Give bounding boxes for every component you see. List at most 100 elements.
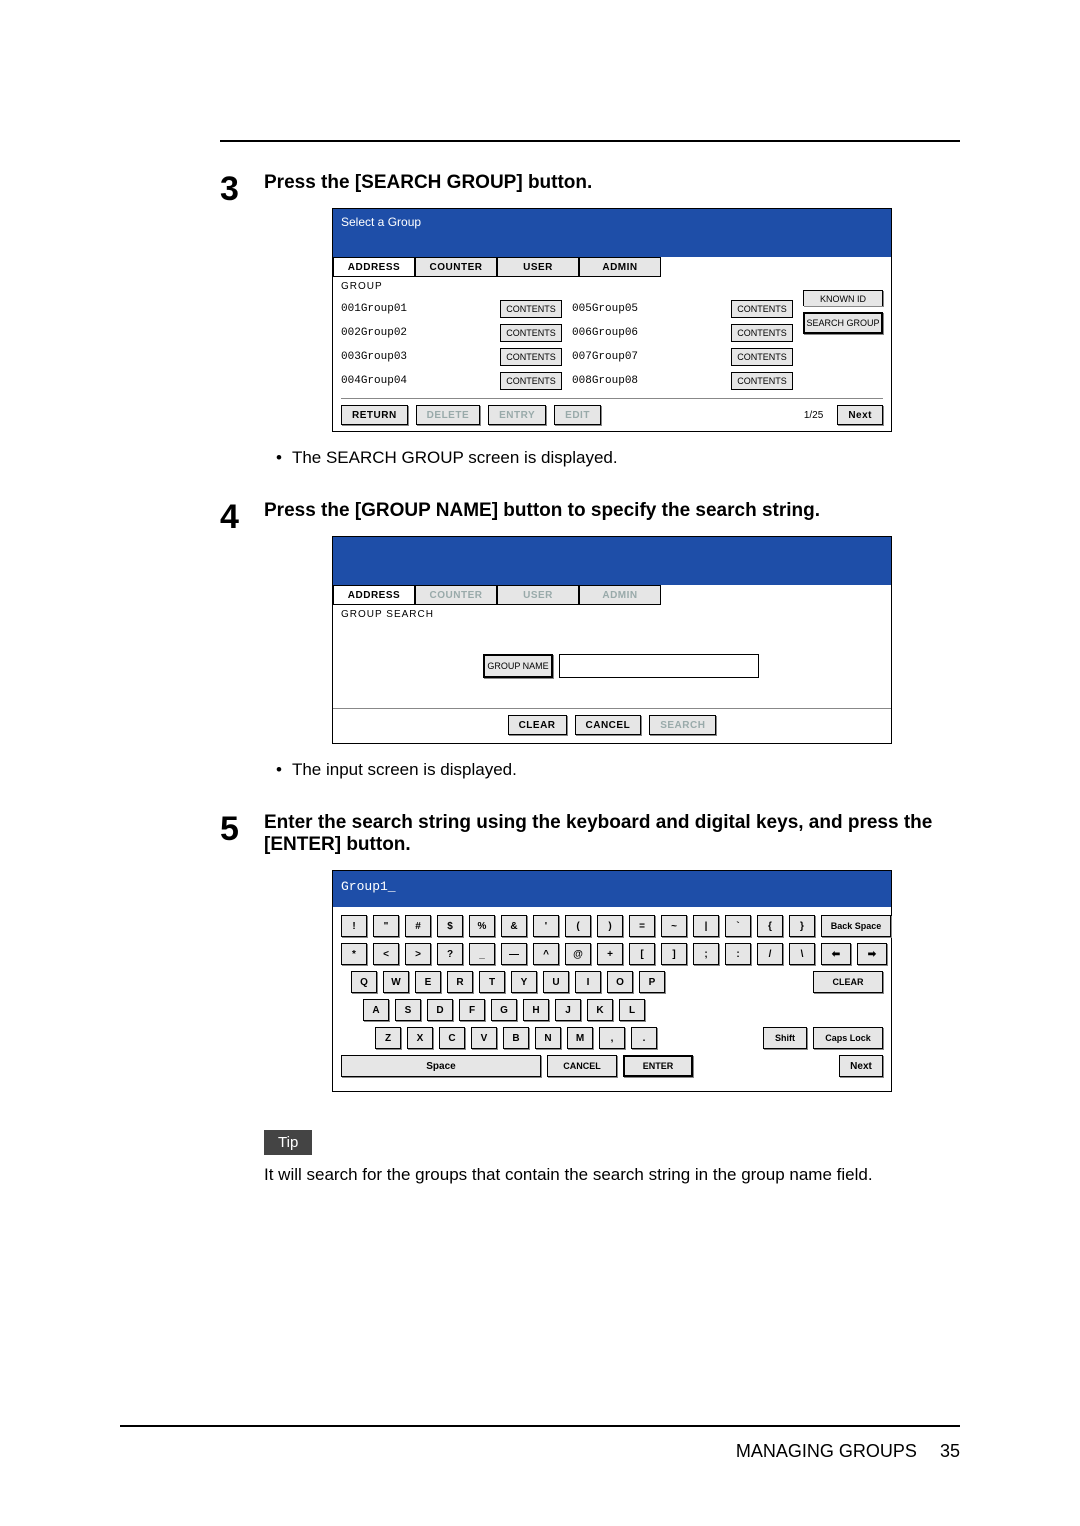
clear-button[interactable]: CLEAR — [508, 715, 567, 735]
key[interactable]: < — [373, 943, 399, 965]
key[interactable]: R — [447, 971, 473, 993]
key[interactable]: ` — [725, 915, 751, 937]
key[interactable]: ' — [533, 915, 559, 937]
key[interactable]: ] — [661, 943, 687, 965]
entry-button[interactable]: ENTRY — [488, 405, 546, 425]
key[interactable]: W — [383, 971, 409, 993]
tab-address[interactable]: ADDRESS — [333, 257, 415, 277]
tab-admin[interactable]: ADMIN — [579, 585, 661, 605]
key[interactable]: + — [597, 943, 623, 965]
key[interactable]: O — [607, 971, 633, 993]
key[interactable]: = — [629, 915, 655, 937]
group-row[interactable]: 001Group01CONTENTS — [341, 298, 562, 320]
key[interactable]: D — [427, 999, 453, 1021]
key[interactable]: { — [757, 915, 783, 937]
key[interactable]: > — [405, 943, 431, 965]
tab-user[interactable]: USER — [497, 585, 579, 605]
key[interactable]: ! — [341, 915, 367, 937]
return-button[interactable]: RETURN — [341, 405, 408, 425]
next-button[interactable]: Next — [837, 405, 883, 425]
contents-button[interactable]: CONTENTS — [731, 324, 793, 342]
search-button[interactable]: SEARCH — [649, 715, 716, 735]
key[interactable]: B — [503, 1027, 529, 1049]
key[interactable]: Z — [375, 1027, 401, 1049]
key[interactable]: T — [479, 971, 505, 993]
key[interactable]: ^ — [533, 943, 559, 965]
space-key[interactable]: Space — [341, 1055, 541, 1077]
key[interactable]: L — [619, 999, 645, 1021]
key[interactable]: # — [405, 915, 431, 937]
group-name-button[interactable]: GROUP NAME — [483, 654, 553, 678]
kb-cancel-button[interactable]: CANCEL — [547, 1055, 617, 1077]
group-row[interactable]: 007Group07CONTENTS — [572, 346, 793, 368]
key[interactable]: \ — [789, 943, 815, 965]
key[interactable]: & — [501, 915, 527, 937]
key[interactable]: | — [693, 915, 719, 937]
tab-counter[interactable]: COUNTER — [415, 257, 497, 277]
key[interactable]: A — [363, 999, 389, 1021]
right-arrow-key[interactable]: ➡ — [857, 943, 887, 965]
key[interactable]: U — [543, 971, 569, 993]
tab-user[interactable]: USER — [497, 257, 579, 277]
key[interactable]: F — [459, 999, 485, 1021]
tab-counter[interactable]: COUNTER — [415, 585, 497, 605]
key[interactable]: ~ — [661, 915, 687, 937]
edit-button[interactable]: EDIT — [554, 405, 601, 425]
key[interactable]: , — [599, 1027, 625, 1049]
key[interactable]: * — [341, 943, 367, 965]
contents-button[interactable]: CONTENTS — [500, 324, 562, 342]
key[interactable]: H — [523, 999, 549, 1021]
key[interactable]: " — [373, 915, 399, 937]
tab-address[interactable]: ADDRESS — [333, 585, 415, 605]
key[interactable]: N — [535, 1027, 561, 1049]
backspace-key[interactable]: Back Space — [821, 915, 891, 937]
key[interactable]: S — [395, 999, 421, 1021]
key[interactable]: J — [555, 999, 581, 1021]
key[interactable]: P — [639, 971, 665, 993]
group-row[interactable]: 003Group03CONTENTS — [341, 346, 562, 368]
key[interactable]: X — [407, 1027, 433, 1049]
key[interactable]: ? — [437, 943, 463, 965]
known-id-button[interactable]: KNOWN ID — [803, 290, 883, 306]
enter-button[interactable]: ENTER — [623, 1055, 693, 1077]
shift-key[interactable]: Shift — [763, 1027, 807, 1049]
search-group-button[interactable]: SEARCH GROUP — [803, 312, 883, 334]
key[interactable]: Y — [511, 971, 537, 993]
key[interactable]: ( — [565, 915, 591, 937]
left-arrow-key[interactable]: ⬅ — [821, 943, 851, 965]
key[interactable]: — — [501, 943, 527, 965]
contents-button[interactable]: CONTENTS — [500, 300, 562, 318]
key[interactable]: / — [757, 943, 783, 965]
capslock-key[interactable]: Caps Lock — [813, 1027, 883, 1049]
key[interactable]: E — [415, 971, 441, 993]
key[interactable]: ; — [693, 943, 719, 965]
contents-button[interactable]: CONTENTS — [500, 372, 562, 390]
group-row[interactable]: 008Group08CONTENTS — [572, 370, 793, 392]
key[interactable]: % — [469, 915, 495, 937]
contents-button[interactable]: CONTENTS — [500, 348, 562, 366]
key[interactable]: M — [567, 1027, 593, 1049]
contents-button[interactable]: CONTENTS — [731, 372, 793, 390]
key[interactable]: : — [725, 943, 751, 965]
key[interactable]: K — [587, 999, 613, 1021]
kb-next-button[interactable]: Next — [839, 1055, 883, 1077]
key[interactable]: @ — [565, 943, 591, 965]
group-row[interactable]: 002Group02CONTENTS — [341, 322, 562, 344]
key[interactable]: _ — [469, 943, 495, 965]
group-name-field[interactable] — [559, 654, 759, 678]
key[interactable]: Q — [351, 971, 377, 993]
clear-key[interactable]: CLEAR — [813, 971, 883, 993]
contents-button[interactable]: CONTENTS — [731, 300, 793, 318]
key[interactable]: [ — [629, 943, 655, 965]
key[interactable]: G — [491, 999, 517, 1021]
group-row[interactable]: 005Group05CONTENTS — [572, 298, 793, 320]
key[interactable]: } — [789, 915, 815, 937]
key[interactable]: C — [439, 1027, 465, 1049]
delete-button[interactable]: DELETE — [416, 405, 480, 425]
group-row[interactable]: 004Group04CONTENTS — [341, 370, 562, 392]
cancel-button[interactable]: CANCEL — [575, 715, 642, 735]
group-row[interactable]: 006Group06CONTENTS — [572, 322, 793, 344]
contents-button[interactable]: CONTENTS — [731, 348, 793, 366]
key[interactable]: . — [631, 1027, 657, 1049]
key[interactable]: I — [575, 971, 601, 993]
